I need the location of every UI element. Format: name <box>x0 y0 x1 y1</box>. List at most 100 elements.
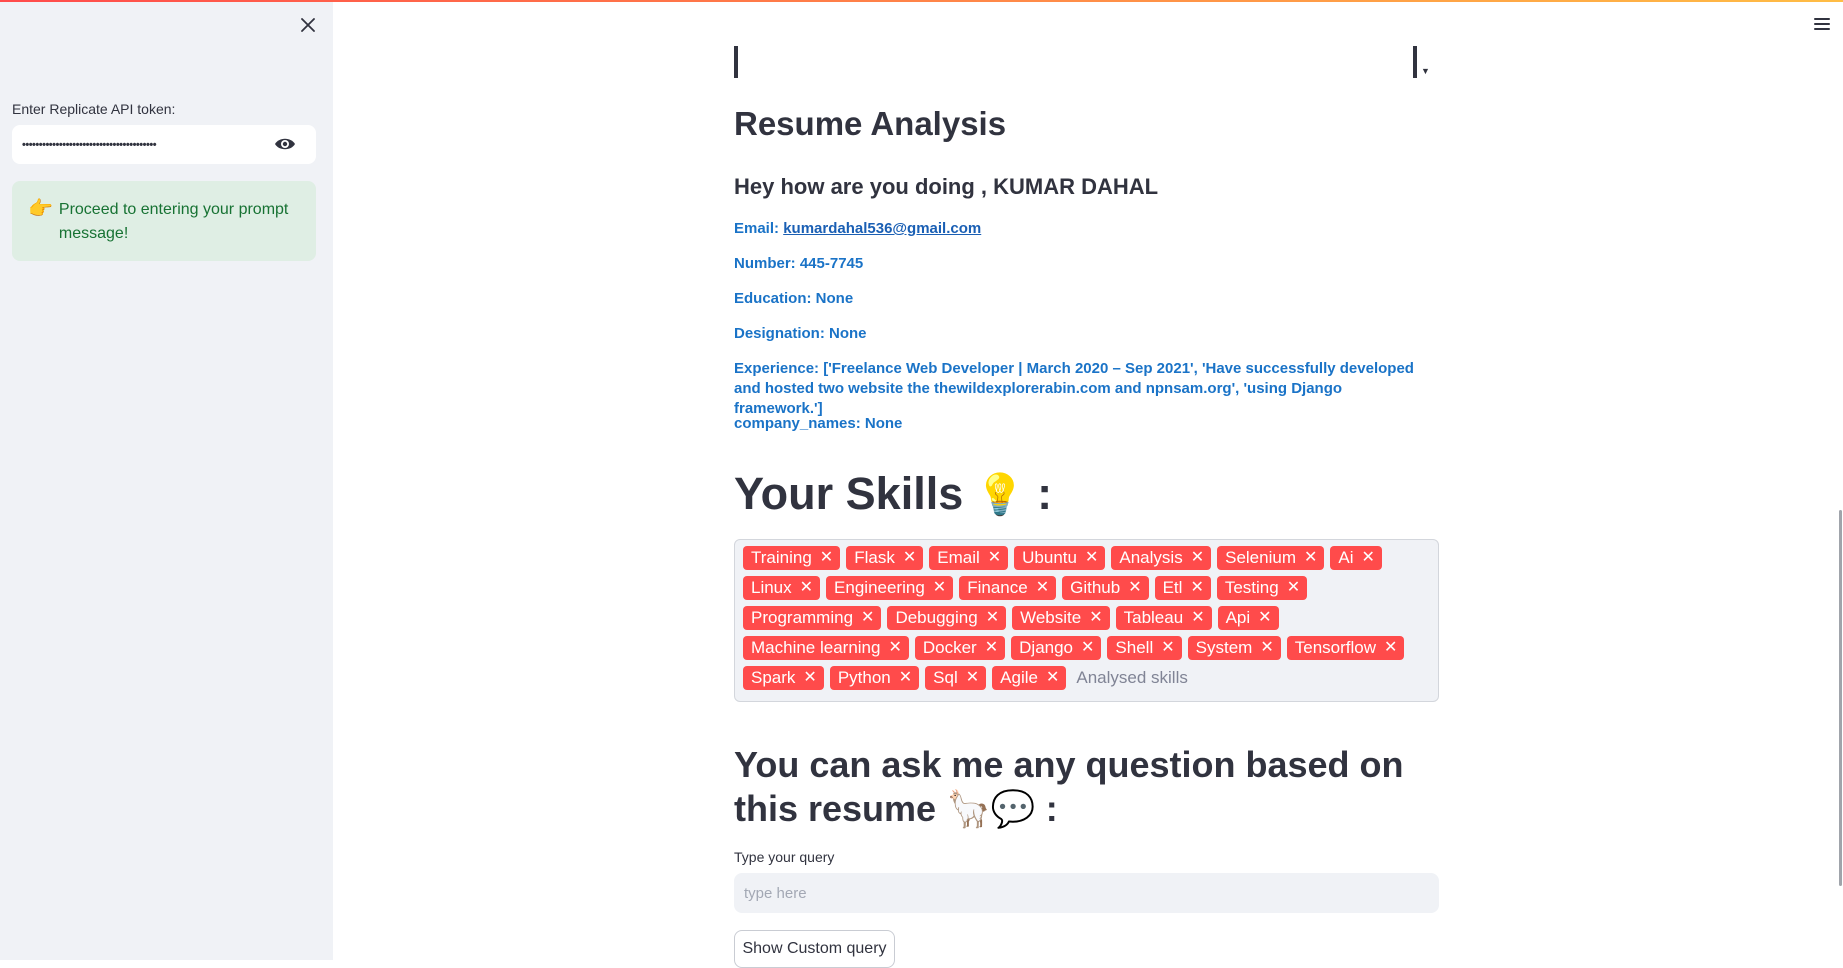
text-cursor <box>734 46 738 78</box>
remove-skill-icon[interactable]: ✕ <box>988 546 1001 570</box>
skill-tag-label: Shell <box>1115 638 1154 657</box>
skill-tag: Tensorflow ✕ <box>1286 636 1405 660</box>
skill-tag-label: Etl <box>1162 578 1183 597</box>
remove-skill-icon[interactable]: ✕ <box>1304 546 1317 570</box>
skill-tag: Training ✕ <box>743 546 841 570</box>
api-token-input[interactable]: •••••••••••••••••••••••••••••••••••••••• <box>12 125 316 164</box>
skill-tag-label: System <box>1195 638 1253 657</box>
skill-tag: Github ✕ <box>1062 576 1149 600</box>
skill-tag: Analysis ✕ <box>1111 546 1212 570</box>
skill-tag: Python ✕ <box>829 666 920 690</box>
remove-skill-icon[interactable]: ✕ <box>1362 546 1375 570</box>
close-icon <box>301 18 315 32</box>
top-decoration-stripe <box>0 0 1843 2</box>
skills-placeholder[interactable]: Analysed skills <box>1072 666 1188 690</box>
skill-tag: Linux ✕ <box>743 576 821 600</box>
skill-tag: Spark ✕ <box>743 666 824 690</box>
remove-skill-icon[interactable]: ✕ <box>985 636 998 660</box>
greeting-heading: Hey how are you doing , KUMAR DAHAL <box>734 174 1159 199</box>
remove-skill-icon[interactable]: ✕ <box>803 666 816 690</box>
remove-skill-icon[interactable]: ✕ <box>800 576 813 600</box>
skill-tag: Etl ✕ <box>1154 576 1211 600</box>
remove-skill-icon[interactable]: ✕ <box>1046 666 1059 690</box>
skill-tag-label: Agile <box>1000 668 1038 687</box>
skill-tag: Email ✕ <box>929 546 1009 570</box>
skill-tag-label: Tensorflow <box>1294 638 1376 657</box>
skill-tag-label: Selenium <box>1225 548 1296 567</box>
sidebar: Enter Replicate API token: •••••••••••••… <box>0 0 333 960</box>
remove-skill-icon[interactable]: ✕ <box>1287 576 1300 600</box>
remove-skill-icon[interactable]: ✕ <box>1085 546 1098 570</box>
skill-tag-label: Api <box>1225 608 1251 627</box>
lightbulb-icon: 💡 <box>975 472 1026 517</box>
remove-skill-icon[interactable]: ✕ <box>899 666 912 690</box>
skill-tag: Debugging ✕ <box>887 606 1007 630</box>
remove-skill-icon[interactable]: ✕ <box>1190 576 1203 600</box>
remove-skill-icon[interactable]: ✕ <box>1384 636 1397 660</box>
remove-skill-icon[interactable]: ✕ <box>1191 546 1204 570</box>
skills-multiselect[interactable]: Training ✕ Flask ✕ Email ✕ Ubuntu ✕ Analysis ✕ Sel… <box>734 539 1439 702</box>
experience-line: Experience: ['Freelance Web Developer | … <box>734 360 1414 417</box>
skill-tag-label: Spark <box>751 668 796 687</box>
skills-heading-text: Your Skills <box>734 468 964 519</box>
query-label: Type your query <box>734 849 835 865</box>
skill-tag: Ubuntu ✕ <box>1014 546 1106 570</box>
designation-line: Designation: None <box>734 325 867 342</box>
show-password-button[interactable] <box>274 135 296 153</box>
skill-tag-label: Website <box>1020 608 1082 627</box>
skill-tag: Docker ✕ <box>914 636 1006 660</box>
pointing-hand-icon: 👉 <box>28 198 53 220</box>
remove-skill-icon[interactable]: ✕ <box>933 576 946 600</box>
remove-skill-icon[interactable]: ✕ <box>861 606 874 630</box>
skill-tag-label: Debugging <box>895 608 978 627</box>
page-scrollbar[interactable] <box>1839 510 1842 886</box>
skill-tag: Api ✕ <box>1217 606 1279 630</box>
remove-skill-icon[interactable]: ✕ <box>986 606 999 630</box>
remove-skill-icon[interactable]: ✕ <box>1128 576 1141 600</box>
skill-tag-label: Email <box>937 548 980 567</box>
skill-tag-label: Sql <box>933 668 958 687</box>
skill-tag-label: Github <box>1070 578 1121 597</box>
remove-skill-icon[interactable]: ✕ <box>1161 636 1174 660</box>
skill-tag: Django ✕ <box>1011 636 1102 660</box>
skill-tag-label: Training <box>751 548 812 567</box>
skill-tag-label: Machine learning <box>751 638 881 657</box>
alert-message: Proceed to entering your prompt message! <box>58 201 289 242</box>
query-input[interactable] <box>734 873 1439 913</box>
main-menu-button[interactable] <box>1814 18 1830 30</box>
remove-skill-icon[interactable]: ✕ <box>966 666 979 690</box>
select-dropdown[interactable]: ▼ <box>1413 46 1435 78</box>
skill-tag: Testing ✕ <box>1216 576 1308 600</box>
remove-skill-icon[interactable]: ✕ <box>1036 576 1049 600</box>
remove-skill-icon[interactable]: ✕ <box>1089 606 1102 630</box>
skill-tag-label: Docker <box>922 638 977 657</box>
skill-tag: System ✕ <box>1187 636 1281 660</box>
skill-tag-label: Testing <box>1224 578 1279 597</box>
skill-tag: Agile ✕ <box>992 666 1067 690</box>
eye-icon <box>275 138 295 150</box>
skill-tag-label: Ai <box>1338 548 1354 567</box>
skill-tag-label: Finance <box>967 578 1028 597</box>
skill-tag-label: Linux <box>751 578 792 597</box>
email-link[interactable]: kumardahal536@gmail.com <box>783 220 981 237</box>
api-token-label: Enter Replicate API token: <box>12 101 176 117</box>
remove-skill-icon[interactable]: ✕ <box>1081 636 1094 660</box>
email-line: Email: kumardahal536@gmail.com <box>734 219 981 239</box>
show-custom-query-button[interactable]: Show Custom query <box>734 930 895 968</box>
email-label: Email: <box>734 220 784 237</box>
skill-tag-label: Engineering <box>834 578 925 597</box>
skill-tag: Selenium ✕ <box>1217 546 1325 570</box>
remove-skill-icon[interactable]: ✕ <box>903 546 916 570</box>
remove-skill-icon[interactable]: ✕ <box>1258 606 1271 630</box>
remove-skill-icon[interactable]: ✕ <box>820 546 833 570</box>
remove-skill-icon[interactable]: ✕ <box>888 636 901 660</box>
skill-tag-label: Django <box>1019 638 1074 657</box>
remove-skill-icon[interactable]: ✕ <box>1191 606 1204 630</box>
skill-tag: Machine learning ✕ <box>743 636 909 660</box>
skill-tag: Programming ✕ <box>743 606 882 630</box>
remove-skill-icon[interactable]: ✕ <box>1260 636 1273 660</box>
skill-tag: Shell ✕ <box>1107 636 1182 660</box>
close-sidebar-button[interactable] <box>297 14 319 36</box>
number-line: Number: 445-7745 <box>734 255 864 272</box>
skill-tag: Flask ✕ <box>846 546 924 570</box>
